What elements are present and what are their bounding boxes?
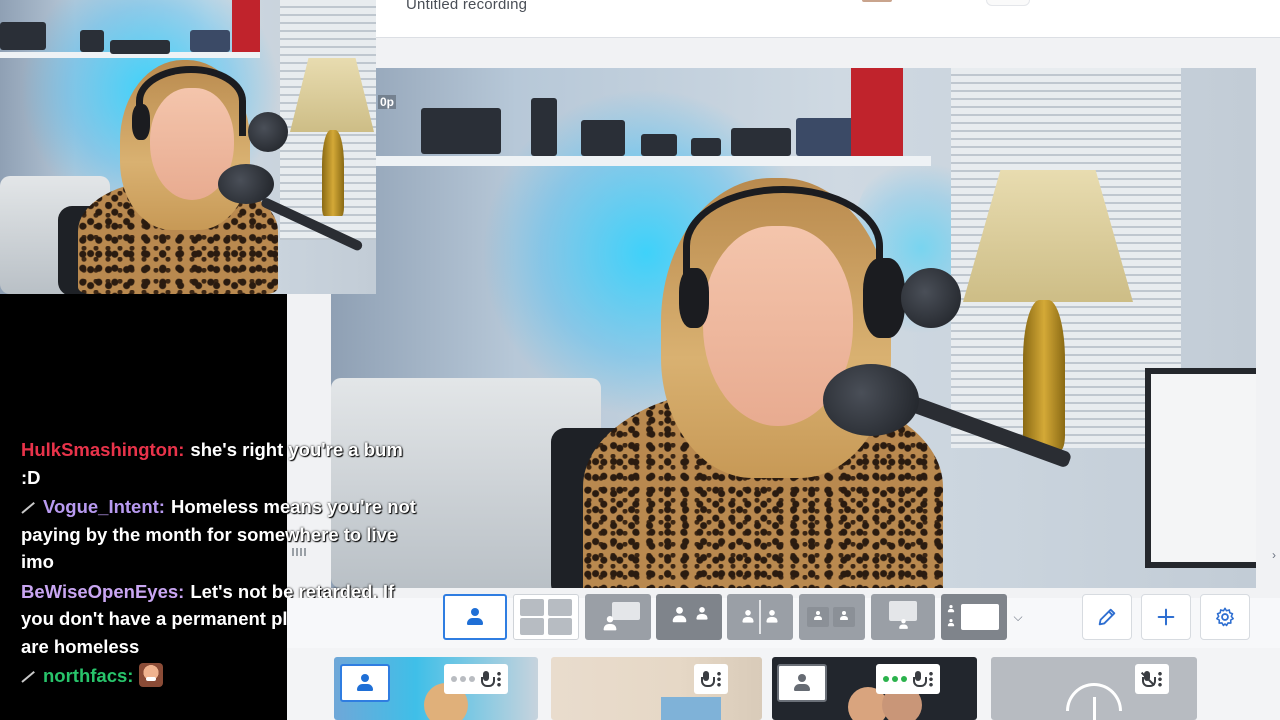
webcam-scene: [331, 68, 1256, 588]
layout-side-by-side-button[interactable]: [656, 594, 722, 640]
chat-username: HulkSmashington:: [21, 439, 185, 460]
scroll-handle-icon[interactable]: ›: [1272, 548, 1280, 562]
participant-tile-4[interactable]: [991, 657, 1197, 720]
topbar-pill-button[interactable]: [986, 0, 1030, 6]
top-app-bar: Untitled recording: [376, 0, 1280, 38]
participant-tile-1[interactable]: [334, 657, 538, 720]
chat-overlay: HulkSmashington: she's right you're a bum…: [21, 436, 421, 692]
more-options-icon[interactable]: [929, 671, 933, 687]
person-icon: [356, 674, 374, 692]
participant-tile-2[interactable]: [551, 657, 762, 720]
split-icon: [735, 600, 785, 634]
chevron-down-icon[interactable]: ⌵: [1011, 607, 1025, 627]
participant-controls: [876, 664, 940, 694]
drag-handle-icon[interactable]: [292, 548, 308, 556]
pencil-icon: [1098, 608, 1116, 626]
edit-button[interactable]: [1082, 594, 1132, 640]
microphone-icon[interactable]: [913, 670, 927, 688]
chat-username: BeWiseOpenEyes:: [21, 580, 185, 602]
topbar-thumbnail: [862, 0, 892, 2]
grid-four-icon: [518, 597, 574, 637]
person-icon: [466, 608, 484, 626]
pip-icon: [807, 605, 857, 629]
more-options-icon[interactable]: [497, 671, 501, 687]
participant-tile-3[interactable]: [772, 657, 977, 720]
add-button[interactable]: [1141, 594, 1191, 640]
person-icon: [793, 674, 811, 692]
microphone-icon[interactable]: [481, 670, 495, 688]
resolution-label: 0p: [378, 95, 397, 109]
layout-split-button[interactable]: [727, 594, 793, 640]
settings-button[interactable]: [1200, 594, 1250, 640]
audio-level-icon: [883, 676, 907, 682]
layout-solo-button[interactable]: [443, 594, 507, 640]
more-options-icon[interactable]: [717, 671, 721, 687]
chat-username: Vogue_Intent:: [43, 496, 165, 517]
layout-presentation-button[interactable]: [585, 594, 651, 640]
more-options-icon[interactable]: [1158, 671, 1162, 687]
layout-grid-four-button[interactable]: [513, 594, 579, 640]
moderator-badge-icon: [21, 669, 37, 683]
screen-sidebar-icon: [947, 602, 1001, 632]
avatar: [777, 664, 827, 702]
audio-level-icon: [451, 676, 475, 682]
main-video-preview: [331, 68, 1256, 588]
overlay-webcam: [0, 0, 376, 294]
presentation-icon: [596, 602, 640, 632]
chat-message: Vogue_Intent: Homeless means you're not p…: [21, 493, 421, 576]
face-emote-icon: [139, 663, 164, 687]
two-person-icon: [669, 605, 709, 629]
screen-icon: [883, 601, 923, 633]
recording-studio-screen: Untitled recording › 0p HulkSmashington:…: [0, 0, 1280, 720]
recording-title[interactable]: Untitled recording: [406, 0, 527, 13]
avatar: [340, 664, 390, 702]
chat-username: northfacs:: [43, 665, 134, 686]
layout-screen-sidebar-button[interactable]: [941, 594, 1007, 640]
participant-controls: [1135, 664, 1169, 694]
microphone-muted-icon[interactable]: [1140, 670, 1156, 688]
moderator-badge-icon: [21, 500, 37, 514]
layout-screen-focus-button[interactable]: [871, 594, 935, 640]
gear-icon: [1216, 607, 1234, 627]
layout-picture-in-picture-button[interactable]: [799, 594, 865, 640]
participant-controls: [694, 664, 728, 694]
participant-controls: [444, 664, 508, 694]
plus-icon: [1157, 608, 1175, 626]
microphone-icon[interactable]: [701, 670, 715, 688]
chat-message: HulkSmashington: she's right you're a bum…: [21, 436, 421, 491]
